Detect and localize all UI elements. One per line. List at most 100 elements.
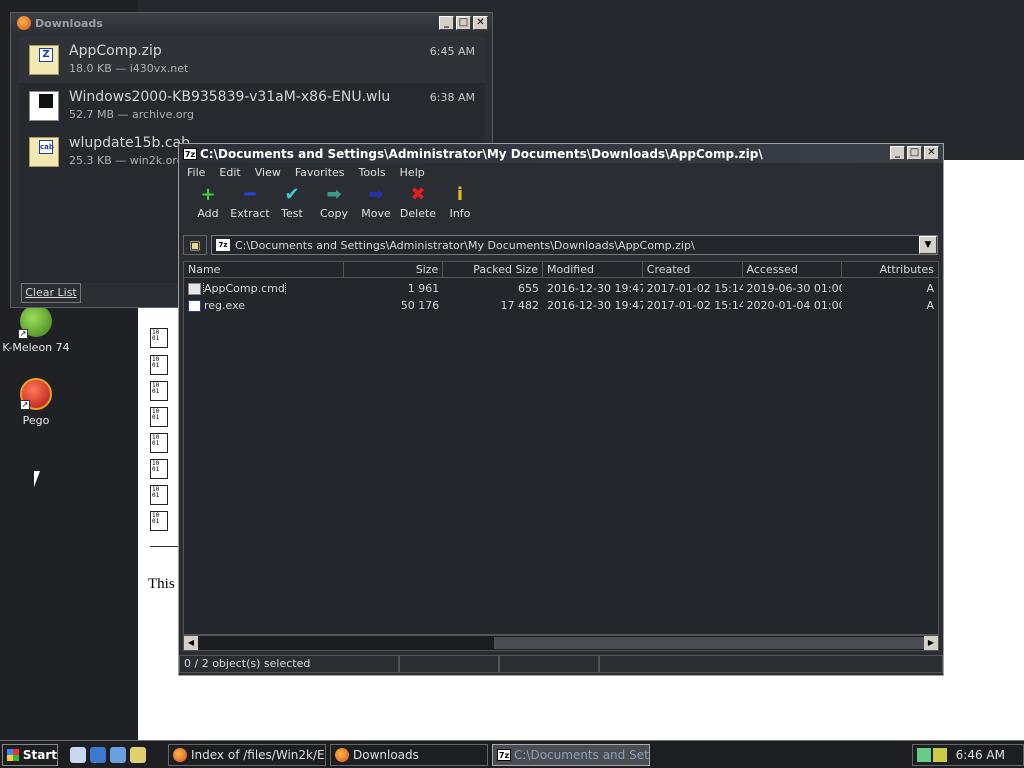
file-icon: 10 01 [150,433,168,453]
download-name: Windows2000-KB935839-v31aM-x86-ENU.wlu [69,89,391,105]
horizontal-scrollbar[interactable]: ◀ ▶ [183,635,939,651]
table-row[interactable]: AppComp.cmd 1 961 655 2016-12-30 19:47 2… [184,280,938,297]
desktop-icon-k-meleon[interactable]: ↗ K-Meleon 74 [1,305,71,354]
column-packed-size[interactable]: Packed Size [443,262,544,277]
move-arrow-icon: ➡ [368,184,384,205]
column-name[interactable]: Name [184,262,344,277]
start-label: Start [22,747,57,762]
firefox-icon [335,747,349,762]
chevron-down-icon[interactable]: ▼ [919,236,937,254]
copy-arrow-icon: ➡ [326,184,342,205]
task-button-browser[interactable]: Index of /files/Win2k/Ext... [168,743,326,766]
desktop-icon-label: Pego [22,414,50,427]
menu-file[interactable]: File [187,166,205,179]
minimize-button[interactable]: _ [890,146,905,160]
plus-icon: + [200,184,216,205]
task-button-7zip[interactable]: 7z C:\Documents and Set... [492,743,650,766]
explorer-icon[interactable] [130,746,146,763]
file-name: AppComp.cmd [203,282,286,295]
table-row[interactable]: reg.exe 50 176 17 482 2016-12-30 19:47 2… [184,297,938,314]
downloads-titlebar[interactable]: Downloads [11,13,492,33]
file-packed-size: 17 482 [500,299,540,312]
delete-button[interactable]: ✖ Delete [397,181,439,225]
menu-bar: File Edit View Favorites Tools Help [179,163,943,181]
address-field[interactable]: 7z C:\Documents and Settings\Administrat… [211,235,938,255]
taskbar: Start Index of /files/Win2k/Ext... Downl… [0,740,1024,768]
speaker-icon[interactable] [933,748,947,762]
download-meta: 18.0 KB — i430vx.net [69,62,189,75]
file-icon: 10 01 [150,407,168,427]
folder-up-button[interactable]: ▣ [183,235,207,255]
check-icon: ✔ [284,184,300,205]
close-button[interactable]: ✕ [924,146,939,160]
download-item[interactable]: Z AppComp.zip 18.0 KB — i430vx.net 6:45 … [19,37,485,83]
desktop-icon-label: K-Meleon 74 [2,341,70,354]
wlu-file-icon [29,91,59,121]
column-header-row: Name Size Packed Size Modified Created A… [184,262,938,278]
info-button[interactable]: i Info [439,181,481,225]
add-button[interactable]: + Add [187,181,229,225]
start-button[interactable]: Start [2,743,58,766]
scroll-left-icon[interactable]: ◀ [184,636,198,650]
file-icon: 10 01 [150,381,168,401]
column-accessed[interactable]: Accessed [743,262,843,277]
clear-list-button[interactable]: Clear List [21,283,81,303]
file-icon: 10 01 [150,459,168,479]
column-modified[interactable]: Modified [543,262,643,277]
delete-x-icon: ✖ [410,184,426,205]
minus-icon: ━ [244,184,256,205]
maximize-button[interactable]: □ [907,146,922,160]
copy-button[interactable]: ➡ Copy [313,181,355,225]
menu-edit[interactable]: Edit [219,166,240,179]
file-created: 2017-01-02 15:14 [646,282,743,295]
scroll-right-icon[interactable]: ▶ [924,636,938,650]
menu-favorites[interactable]: Favorites [295,166,345,179]
windows-logo-icon [7,748,19,761]
menu-view[interactable]: View [255,166,281,179]
file-icon: 10 01 [150,511,168,531]
show-desktop-icon[interactable] [70,746,86,763]
pego-icon: ↗ [20,378,52,410]
move-button[interactable]: ➡ Move [355,181,397,225]
menu-tools[interactable]: Tools [359,166,386,179]
status-panel [499,655,599,673]
download-item[interactable]: Windows2000-KB935839-v31aM-x86-ENU.wlu 5… [19,83,485,129]
file-icon: 10 01 [150,485,168,505]
test-button[interactable]: ✔ Test [271,181,313,225]
info-icon: i [456,184,464,205]
7zip-titlebar[interactable]: 7z C:\Documents and Settings\Administrat… [179,144,943,163]
download-name: AppComp.zip [69,43,162,59]
file-modified: 2016-12-30 19:47 [547,299,643,312]
file-name: reg.exe [204,299,246,312]
column-attributes[interactable]: Attributes [842,262,938,277]
file-list: Name Size Packed Size Modified Created A… [183,261,939,635]
firefox-icon [17,16,31,30]
download-meta: 52.7 MB — archive.org [69,108,194,121]
close-button[interactable]: ✕ [473,16,488,30]
file-accessed: 2020-01-04 01:00 [746,299,843,312]
file-created: 2017-01-02 15:14 [646,299,743,312]
extract-button[interactable]: ━ Extract [229,181,271,225]
zip-file-icon: Z [29,45,59,75]
file-attributes: A [926,282,934,295]
task-button-downloads[interactable]: Downloads [330,743,488,766]
status-bar: 0 / 2 object(s) selected [179,655,943,675]
file-size: 1 961 [407,282,440,295]
outlook-express-icon[interactable] [110,746,126,763]
7zip-icon: 7z [183,147,197,160]
quick-launch [70,746,146,763]
desktop-icon-pego[interactable]: ↗ Pego [1,378,71,427]
minimize-button[interactable]: _ [439,16,454,30]
menu-help[interactable]: Help [400,166,425,179]
maximize-button[interactable]: □ [456,16,471,30]
address-text: C:\Documents and Settings\Administrator\… [235,238,695,252]
scrollbar-thumb[interactable] [494,637,924,649]
network-icon[interactable] [917,748,931,762]
k-meleon-icon: ↗ [18,305,52,339]
status-text: 0 / 2 object(s) selected [179,655,399,673]
internet-explorer-icon[interactable] [90,746,106,763]
column-created[interactable]: Created [643,262,743,277]
column-size[interactable]: Size [344,262,444,277]
clock[interactable]: 6:46 AM [956,748,1005,762]
archive-icon: 7z [216,239,230,251]
